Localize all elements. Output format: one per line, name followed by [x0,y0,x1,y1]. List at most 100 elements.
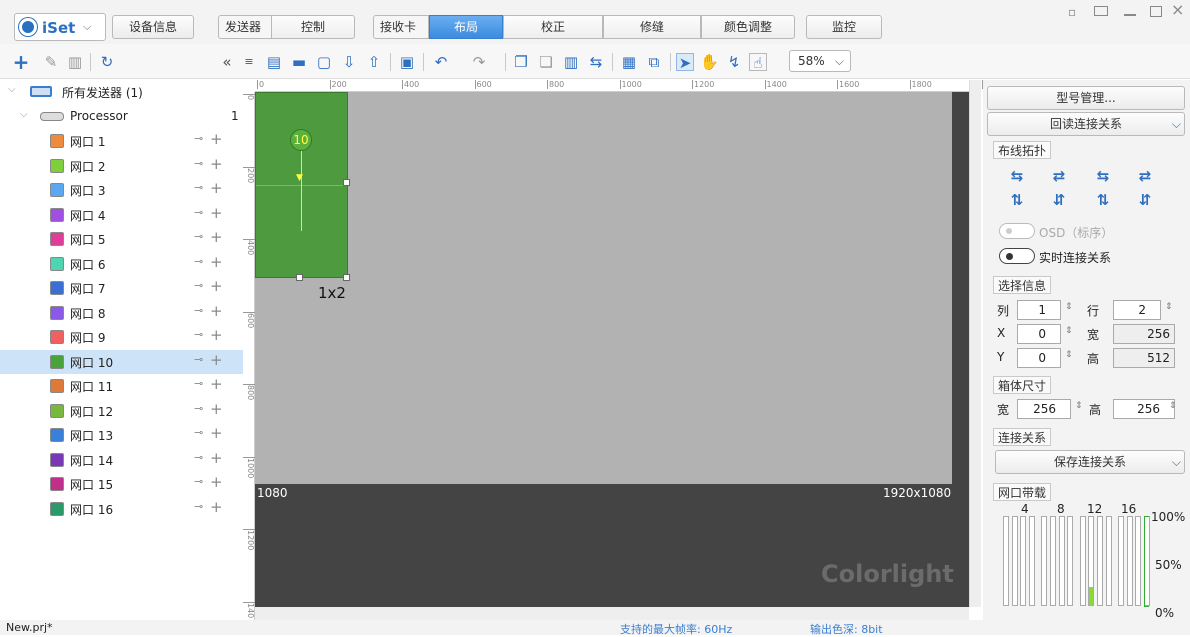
tree-port-item[interactable]: 网口 7 ⊸ + [0,276,243,301]
menu-icon[interactable]: ≡ [240,53,258,71]
redo-icon[interactable]: ↷ [470,53,488,71]
tree-port-item[interactable]: 网口 8 ⊸ + [0,301,243,326]
delete-icon[interactable]: ▥ [66,53,84,71]
cabinet-block[interactable]: 10 ▼ [255,92,350,281]
spinner-icon[interactable]: ⇕ [1065,326,1073,336]
close-icon[interactable]: × [1171,0,1184,19]
add-icon[interactable]: + [210,326,223,344]
pin-icon[interactable]: ⊸ [194,451,203,464]
pin-icon[interactable]: ⊸ [194,181,203,194]
layout-canvas[interactable]: 020040060080010001200140016001800192 020… [243,80,999,620]
horizontal-scrollbar[interactable] [255,607,969,620]
row-input[interactable]: 2 [1113,300,1161,320]
open-folder-icon[interactable]: ▬ [290,53,308,71]
readback-connection-button[interactable]: 回读连接关系 ⌵ [987,112,1185,136]
pin-icon[interactable]: ⊸ [194,500,203,513]
copy-icon[interactable]: ❐ [512,53,530,71]
group-icon[interactable]: ⧉ [645,53,663,71]
lock-icon[interactable]: ▫ [1068,5,1080,19]
tree-port-item[interactable]: 网口 9 ⊸ + [0,325,243,350]
tree-processor[interactable]: ⌵ Processor 1 [0,105,243,130]
pin-icon[interactable]: ⊸ [194,402,203,415]
paste-icon[interactable]: ❏ [537,53,555,71]
vertical-scrollbar[interactable] [969,80,981,607]
wiring-v3-icon[interactable]: ⇅ [1091,190,1115,210]
pin-icon[interactable]: ⊸ [194,475,203,488]
tree-port-item[interactable]: 网口 15 ⊸ + [0,472,243,497]
tab-color-adjust[interactable]: 颜色调整 [701,15,795,39]
tree-port-item[interactable]: 网口 2 ⊸ + [0,154,243,179]
tab-calibration[interactable]: 校正 [503,15,603,39]
pin-icon[interactable]: ⊸ [194,132,203,145]
expand-icon[interactable]: ⌵ [20,109,28,120]
restore-icon[interactable] [1150,6,1162,17]
device-info-button[interactable]: 设备信息 [112,15,194,39]
edit-icon[interactable]: ✎ [42,53,60,71]
pin-icon[interactable]: ⊸ [194,206,203,219]
box-height-input[interactable]: 256 [1113,399,1175,419]
clear-link-icon[interactable]: ⇆ [587,53,605,71]
screen-icon[interactable] [1094,6,1108,16]
tree-port-item[interactable]: 网口 12 ⊸ + [0,399,243,424]
wiring-v2-icon[interactable]: ⇵ [1047,190,1071,210]
spinner-icon[interactable]: ⇕ [1065,350,1073,360]
add-icon[interactable]: + [210,179,223,197]
pin-icon[interactable]: ⊸ [194,328,203,341]
pin-icon[interactable]: ⊸ [194,255,203,268]
add-icon[interactable]: + [210,130,223,148]
import-icon[interactable]: ⇩ [340,53,358,71]
monitor-button[interactable]: 监控 [806,15,882,39]
spinner-icon[interactable]: ⇕ [1075,401,1083,411]
wiring-v1-icon[interactable]: ⇅ [1005,190,1029,210]
pin-icon[interactable]: ⊸ [194,279,203,292]
y-input[interactable]: 0 [1017,348,1061,368]
x-input[interactable]: 0 [1017,324,1061,344]
tree-port-item[interactable]: 网口 13 ⊸ + [0,423,243,448]
tree-port-item[interactable]: 网口 10 ⊸ + [0,349,243,374]
tree-port-item[interactable]: 网口 1 ⊸ + [0,129,243,154]
resize-handle[interactable] [343,274,350,281]
pin-icon[interactable]: ⊸ [194,426,203,439]
save-connection-button[interactable]: 保存连接关系 ⌵ [995,450,1185,474]
wiring-h2-icon[interactable]: ⇄ [1047,166,1071,186]
wiring-h3-icon[interactable]: ⇆ [1091,166,1115,186]
undo-icon[interactable]: ↶ [432,53,450,71]
select-pointer-icon[interactable]: ➤ [676,53,694,72]
add-icon[interactable]: + [210,277,223,295]
trash-icon[interactable]: ▥ [562,53,580,71]
tree-root[interactable]: ⌵ 所有发送器 (1) [0,80,243,105]
wiring-h1-icon[interactable]: ⇆ [1005,166,1029,186]
add-icon[interactable]: + [210,498,223,516]
pin-icon[interactable]: ⊸ [194,157,203,170]
send-icon[interactable]: ▣ [398,53,416,71]
app-menu[interactable]: iSet ⌵ [14,13,106,41]
add-icon[interactable]: + [210,400,223,418]
tab-seam[interactable]: 修缝 [603,15,701,39]
save-icon[interactable]: ▢ [315,53,333,71]
zoom-select[interactable]: 58% ⌵ [789,50,851,72]
add-icon[interactable]: + [210,204,223,222]
minimize-icon[interactable] [1124,14,1136,16]
tab-control[interactable]: 控制 [271,15,355,39]
add-icon[interactable]: + [210,375,223,393]
tree-port-item[interactable]: 网口 4 ⊸ + [0,203,243,228]
export-icon[interactable]: ⇧ [365,53,383,71]
add-icon[interactable]: + [210,228,223,246]
add-icon[interactable]: + [210,253,223,271]
add-icon[interactable]: + [210,424,223,442]
new-file-icon[interactable]: ▤ [265,53,283,71]
add-icon[interactable]: + [210,351,223,369]
tree-port-item[interactable]: 网口 5 ⊸ + [0,227,243,252]
model-management-button[interactable]: 型号管理... [987,86,1185,110]
pin-icon[interactable]: ⊸ [194,353,203,366]
column-input[interactable]: 1 [1017,300,1061,320]
tree-port-item[interactable]: 网口 14 ⊸ + [0,448,243,473]
tree-port-item[interactable]: 网口 16 ⊸ + [0,497,243,522]
add-icon[interactable]: + [210,155,223,173]
pin-icon[interactable]: ⊸ [194,377,203,390]
spinner-icon[interactable]: ⇕ [1169,401,1177,411]
pin-icon[interactable]: ⊸ [194,230,203,243]
add-icon[interactable]: + [12,52,30,72]
touch-tool-icon[interactable]: ☝ [749,53,767,72]
realtime-connection-toggle[interactable] [999,248,1035,264]
